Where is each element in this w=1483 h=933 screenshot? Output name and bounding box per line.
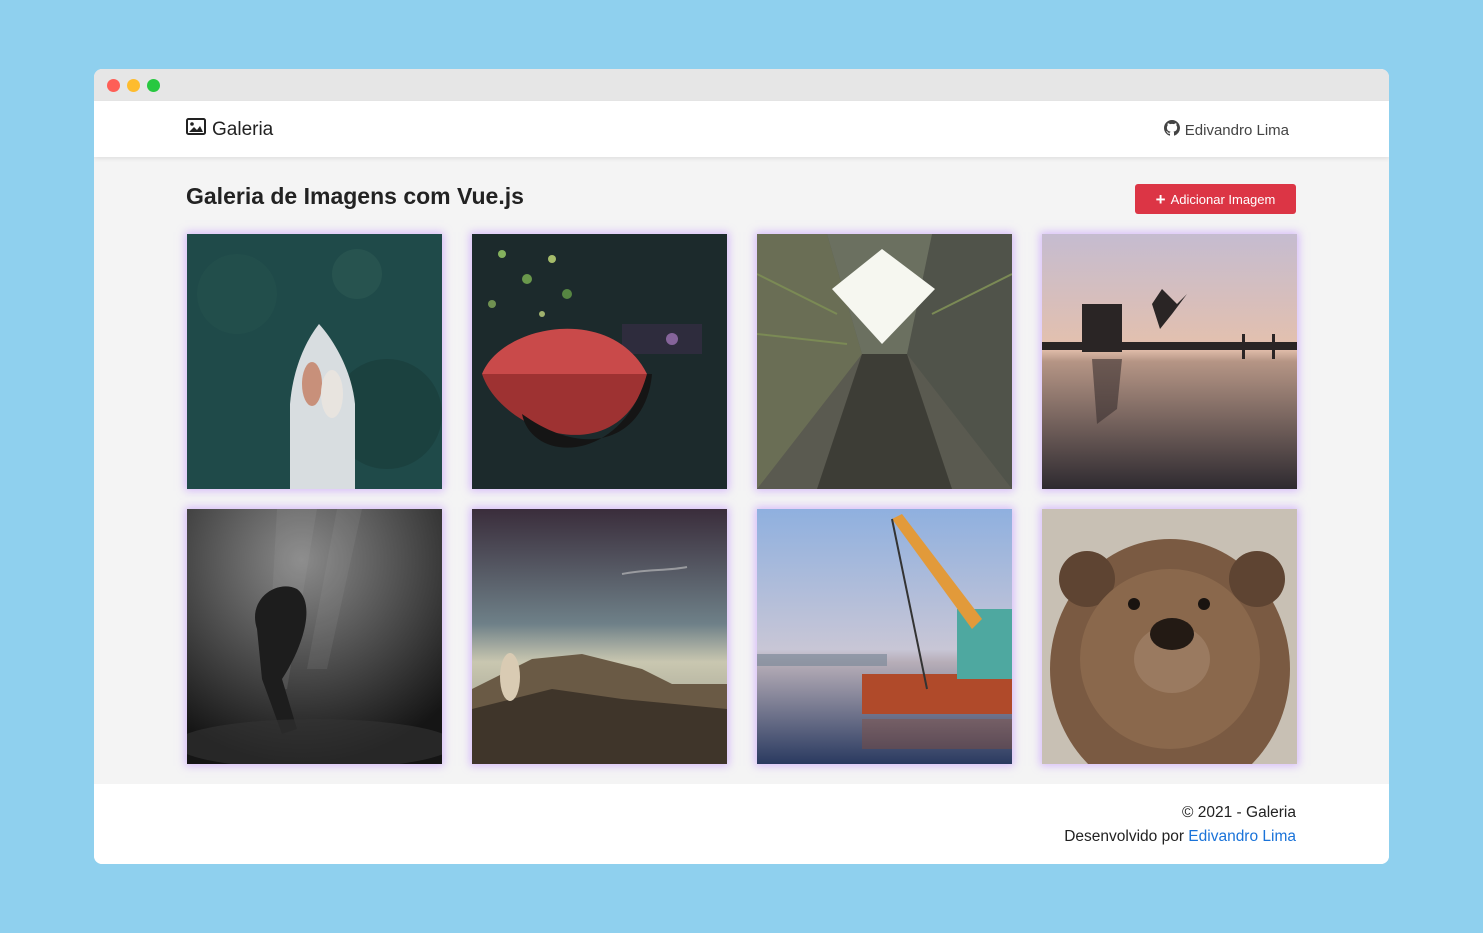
gallery-image-7[interactable] [757,509,1012,764]
cliff-figure-sky-image [472,509,727,764]
add-image-label: Adicionar Imagem [1170,191,1276,207]
brand-link[interactable]: Galeria [186,118,273,141]
minimize-window-button[interactable] [127,79,140,92]
brown-bear-portrait-image [1042,509,1297,764]
author-link-label: Edivandro Lima [1184,121,1289,139]
building-courtyard-skyward-image [757,234,1012,489]
navbar: Galeria Edivandro Lima [94,101,1389,157]
maximize-window-button[interactable] [147,79,160,92]
window-titlebar [94,69,1389,101]
gallery-image-2[interactable] [472,234,727,489]
gallery-image-5[interactable] [187,509,442,764]
plus-icon: + [1155,189,1166,209]
gallery-image-1[interactable] [187,234,442,489]
jumping-pier-sunset-image [1042,234,1297,489]
brand-label: Galeria [212,118,274,140]
aerial-boat-couple-image [187,234,442,489]
gallery-image-8[interactable] [1042,509,1297,764]
close-window-button[interactable] [107,79,120,92]
developed-by-line: Desenvolvido por Edivandro Lima [1064,828,1296,846]
developer-link[interactable]: Edivandro Lima [1188,828,1296,845]
gallery-image-3[interactable] [757,234,1012,489]
page-title: Galeria de Imagens com Vue.js [186,183,524,209]
image-icon [186,118,206,141]
gallery-image-4[interactable] [1042,234,1297,489]
github-icon [1163,120,1180,140]
harbor-crane-ship-image [757,509,1012,764]
copyright-text: © 2021 - Galeria [1182,804,1296,821]
underwater-diver-bw-image [187,509,442,764]
developed-by-label: Desenvolvido por [1064,828,1189,845]
browser-window: Galeria Edivandro Lima Galeria de Imagen… [94,69,1389,864]
red-umbrella-night-image [472,234,727,489]
add-image-button[interactable]: + Adicionar Imagem [1135,184,1296,214]
author-github-link[interactable]: Edivandro Lima [1163,120,1289,140]
gallery-image-6[interactable] [472,509,727,764]
footer: © 2021 - Galeria Desenvolvido por Edivan… [94,784,1389,864]
